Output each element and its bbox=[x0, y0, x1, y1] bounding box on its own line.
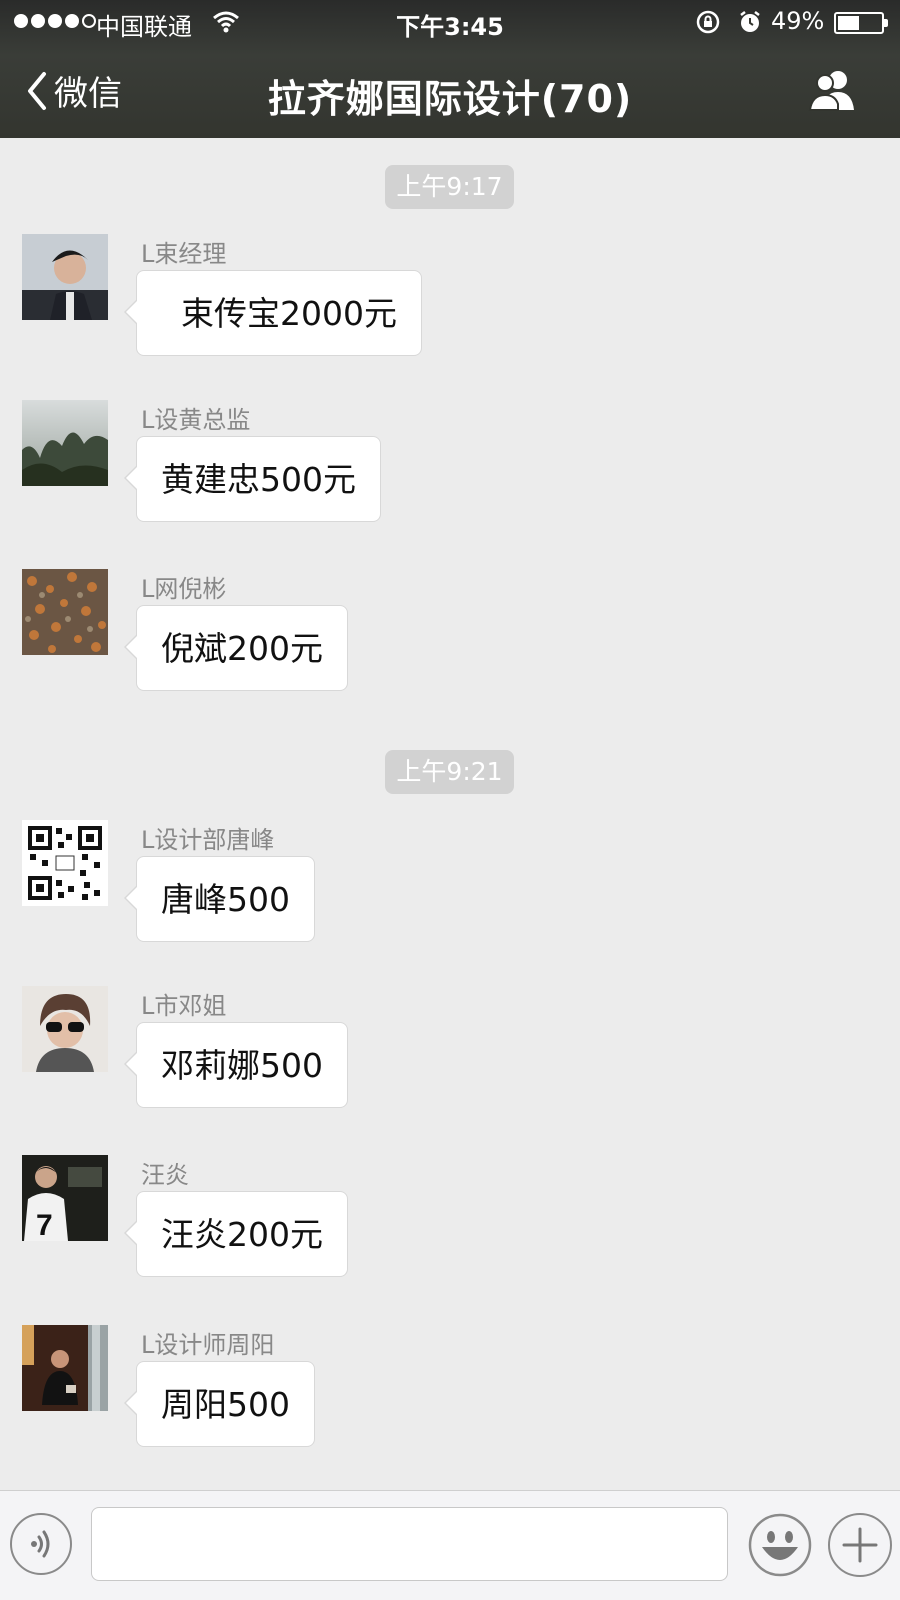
voice-button[interactable] bbox=[10, 1513, 72, 1575]
status-bar: 中国联通 下午3:45 49% bbox=[0, 0, 900, 46]
chat-area[interactable]: 上午9:17 L束经理 束传宝2000元 L设黄总监 黄建忠500元 L网倪彬 … bbox=[0, 138, 900, 1490]
voice-icon bbox=[31, 1530, 50, 1558]
message-item: L设计师周阳 周阳500 bbox=[0, 1325, 900, 1455]
status-time: 下午3:45 bbox=[396, 13, 504, 41]
message-bubble[interactable]: 倪斌200元 bbox=[124, 605, 348, 691]
avatar[interactable] bbox=[22, 569, 108, 655]
message-item: 7 汪炎 汪炎200元 bbox=[0, 1155, 900, 1285]
nav-bar: 微信 拉齐娜国际设计(70) bbox=[0, 46, 900, 138]
message-item: L网倪彬 倪斌200元 bbox=[0, 569, 900, 699]
plus-icon bbox=[842, 1527, 878, 1563]
message-item: L设计部唐峰 唐峰500 bbox=[0, 820, 900, 950]
message-bubble[interactable]: 唐峰500 bbox=[124, 856, 315, 942]
sender-name: L市邓姐 bbox=[141, 992, 227, 1020]
message-bubble[interactable]: 束传宝2000元 bbox=[124, 270, 422, 356]
battery-icon bbox=[834, 12, 888, 34]
emoji-icon[interactable] bbox=[748, 1513, 812, 1577]
sender-name: L设黄总监 bbox=[141, 406, 251, 434]
sender-name: L网倪彬 bbox=[141, 575, 227, 603]
chat-title: 拉齐娜国际设计(70) bbox=[267, 77, 633, 121]
message-item: L束经理 束传宝2000元 bbox=[0, 234, 900, 364]
avatar[interactable] bbox=[22, 986, 108, 1072]
alarm-icon bbox=[740, 11, 760, 32]
orientation-lock-icon bbox=[696, 10, 720, 34]
time-divider: 上午9:17 bbox=[385, 165, 514, 209]
top-bar: 中国联通 下午3:45 49% 微信 拉齐娜国际设计(70) bbox=[0, 0, 900, 138]
message-item: L设黄总监 黄建忠500元 bbox=[0, 400, 900, 530]
message-bubble[interactable]: 周阳500 bbox=[124, 1361, 315, 1447]
avatar[interactable] bbox=[22, 820, 108, 906]
sender-name: 汪炎 bbox=[141, 1161, 189, 1189]
svg-text:7: 7 bbox=[36, 1209, 53, 1241]
message-bubble[interactable]: 邓莉娜500 bbox=[124, 1022, 348, 1108]
message-input[interactable] bbox=[91, 1507, 728, 1581]
avatar[interactable] bbox=[22, 400, 108, 486]
sender-name: L束经理 bbox=[141, 240, 227, 268]
plus-button[interactable] bbox=[828, 1513, 892, 1577]
message-bubble[interactable]: 汪炎200元 bbox=[124, 1191, 348, 1277]
sender-name: L设计师周阳 bbox=[141, 1331, 275, 1359]
avatar[interactable] bbox=[22, 1325, 108, 1411]
message-bubble[interactable]: 黄建忠500元 bbox=[124, 436, 381, 522]
input-bar bbox=[0, 1490, 900, 1600]
time-divider: 上午9:21 bbox=[385, 750, 514, 794]
sender-name: L设计部唐峰 bbox=[141, 826, 275, 854]
battery-percent: 49% bbox=[771, 7, 825, 35]
avatar[interactable]: 7 bbox=[22, 1155, 108, 1241]
message-item: L市邓姐 邓莉娜500 bbox=[0, 986, 900, 1116]
avatar[interactable] bbox=[22, 234, 108, 320]
group-members-icon[interactable] bbox=[808, 68, 860, 112]
